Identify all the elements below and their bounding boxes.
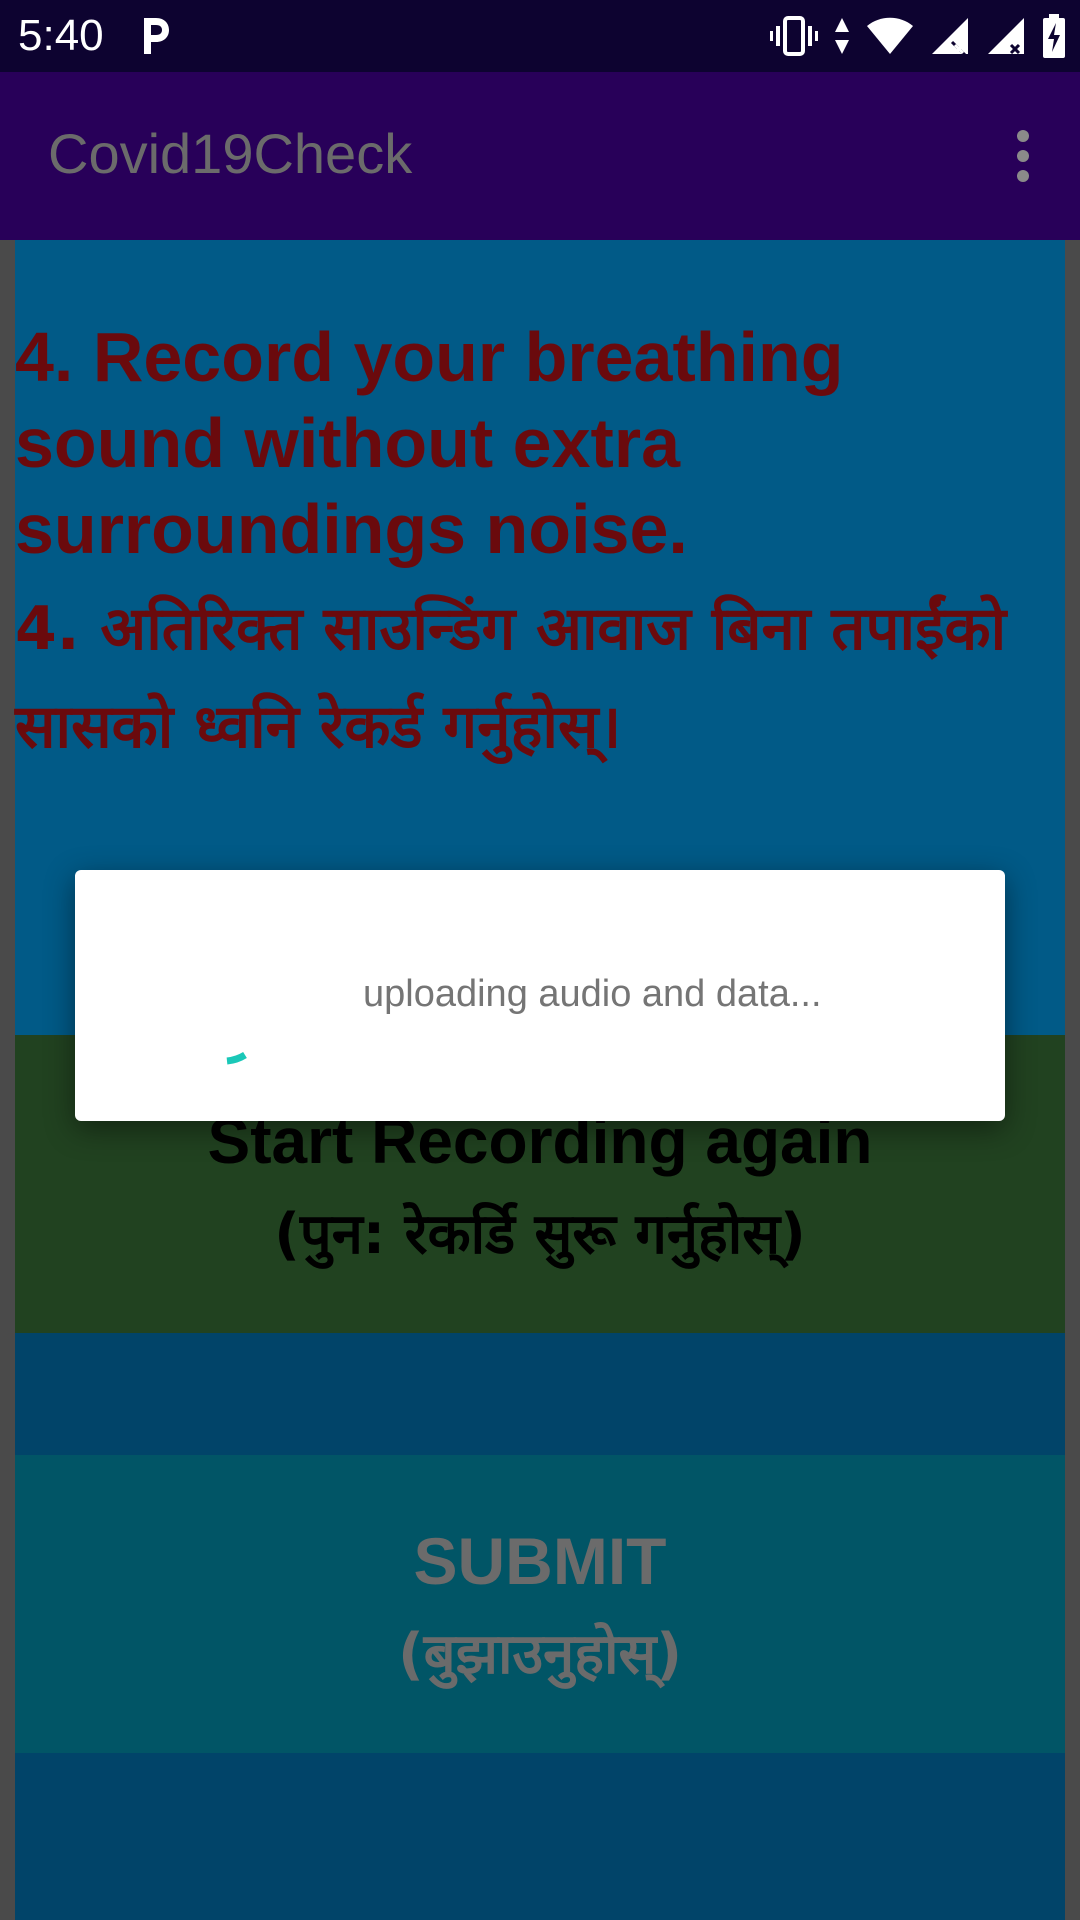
progress-spinner-icon [226,1051,247,1065]
status-icons [770,14,1066,58]
more-vert-icon[interactable] [1008,128,1038,184]
instruction-text: 4. Record your breathing sound without e… [15,318,844,568]
app-bar: Covid19Check [0,72,1080,240]
vibrate-icon [770,16,818,56]
status-bar: 5:40 [0,0,1080,72]
data-arrows-icon [835,18,849,54]
signal-x-icon-2 [988,18,1024,55]
record-button-label-nepali: (पुन: रेकर्डि सुरू गर्नुहोस्) [274,1202,806,1267]
dialog-message: uploading audio and data... [363,973,822,1015]
submit-button[interactable]: SUBMIT (बुझाउनुहोस्) [15,1455,1065,1753]
right-edge [1065,240,1080,1920]
instruction-text-nepali: 4. अतिरिक्त साउन्डिंग आवाज बिना तपाईंको … [15,594,1007,762]
submit-button-label: SUBMIT [413,1524,667,1598]
left-edge [0,240,15,1920]
screen: 5:40 Covid19Check 4. Record your breathi… [0,0,1080,1920]
battery-charging-icon [1043,14,1065,58]
progress-dialog: uploading audio and data... [75,870,1005,1121]
parking-icon [144,18,169,54]
submit-button-label-nepali: (बुझाउनुहोस्) [398,1622,682,1687]
wifi-icon [867,17,913,54]
signal-x-icon [932,18,968,56]
status-time: 5:40 [18,11,104,60]
app-title: Covid19Check [48,122,413,185]
